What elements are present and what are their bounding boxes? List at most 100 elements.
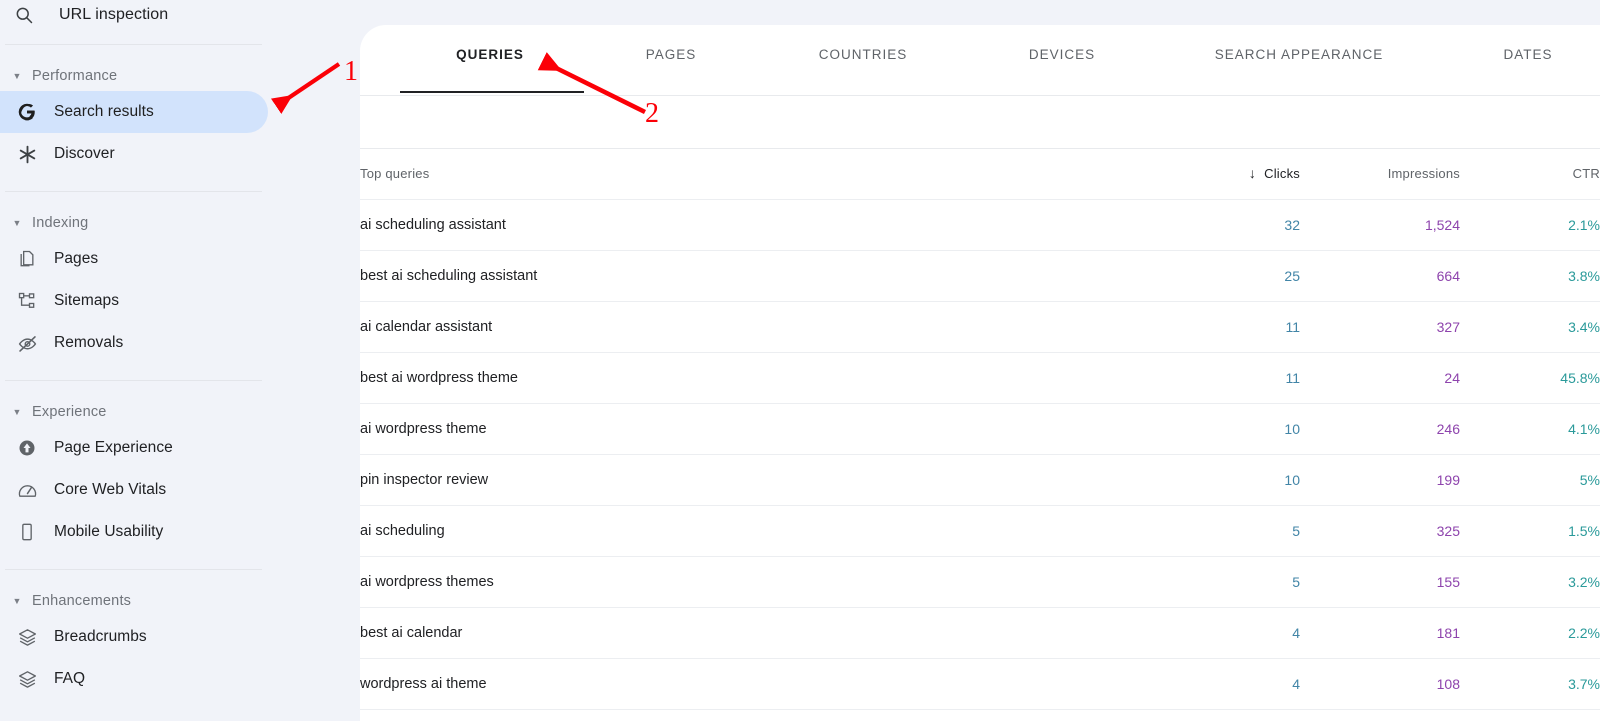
query-cell: wordpress ai theme	[360, 658, 1160, 710]
sort-descending-icon: ↓	[1248, 165, 1257, 182]
arrow-circle-icon	[14, 438, 40, 458]
sidebar-item-url-inspection[interactable]: URL inspection	[0, 0, 360, 30]
sidebar-item-removals[interactable]: Removals	[0, 322, 360, 364]
query-cell: ai wordpress themes	[360, 556, 1160, 608]
table-row[interactable]: ai scheduling assistant 32 1,524 2.1%	[360, 199, 1600, 251]
table-row[interactable]: ai wordpress themes 5 155 3.2%	[360, 556, 1600, 608]
tab-pages[interactable]: PAGES	[646, 47, 697, 62]
sidebar-item-core-web-vitals[interactable]: Core Web Vitals	[0, 469, 360, 511]
query-cell: best ai scheduling assistant	[360, 250, 1160, 302]
filter-bar-divider	[360, 148, 1600, 149]
impressions-cell: 108	[1300, 658, 1460, 710]
sidebar-group-performance[interactable]: ▼ Performance	[0, 61, 360, 91]
sidebar-item-label: Core Web Vitals	[54, 481, 167, 498]
sidebar: URL inspection ▼ Performance Search resu…	[0, 0, 360, 721]
sidebar-item-label: Mobile Usability	[54, 523, 164, 540]
sidebar-item-label: Removals	[54, 334, 124, 351]
ctr-cell: 3.7%	[1460, 658, 1600, 710]
sidebar-group-label: Performance	[32, 68, 118, 84]
impressions-cell: 199	[1300, 454, 1460, 506]
sidebar-item-page-experience[interactable]: Page Experience	[0, 427, 360, 469]
column-header-ctr[interactable]: CTR	[1460, 148, 1600, 200]
google-g-icon	[14, 102, 40, 122]
query-cell: best ai calendar	[360, 607, 1160, 659]
sidebar-divider	[5, 44, 262, 45]
clicks-cell: 11	[1160, 301, 1300, 353]
impressions-cell: 155	[1300, 556, 1460, 608]
mobile-phone-icon	[14, 522, 40, 542]
clicks-cell: 25	[1160, 250, 1300, 302]
clicks-cell: 4	[1160, 607, 1300, 659]
clicks-cell: 32	[1160, 199, 1300, 251]
column-header-clicks[interactable]: ↓ Clicks	[1160, 148, 1300, 200]
sidebar-item-label: Search results	[54, 103, 154, 120]
ctr-cell: 3.8%	[1460, 250, 1600, 302]
sidebar-group-label: Experience	[32, 404, 107, 420]
sidebar-item-search-results[interactable]: Search results	[0, 91, 268, 133]
sidebar-group-enhancements[interactable]: ▼ Enhancements	[0, 586, 360, 616]
active-tab-underline	[400, 91, 584, 93]
ctr-cell: 3.4%	[1460, 301, 1600, 353]
sidebar-item-label: Pages	[54, 250, 99, 267]
sidebar-item-label: Discover	[54, 145, 115, 162]
ctr-cell: 2.1%	[1460, 199, 1600, 251]
clicks-cell: 11	[1160, 352, 1300, 404]
queries-table: Top queries ↓ Clicks Impressions CTR ai s…	[360, 148, 1600, 710]
table-row[interactable]: ai wordpress theme 10 246 4.1%	[360, 403, 1600, 455]
table-row[interactable]: best ai wordpress theme 11 24 45.8%	[360, 352, 1600, 404]
document-copy-icon	[14, 249, 40, 269]
sidebar-item-mobile-usability[interactable]: Mobile Usability	[0, 511, 360, 553]
sidebar-item-sitemaps[interactable]: Sitemaps	[0, 280, 360, 322]
sidebar-group-indexing[interactable]: ▼ Indexing	[0, 208, 360, 238]
tab-search-appearance[interactable]: SEARCH APPEARANCE	[1215, 47, 1384, 62]
sidebar-divider	[5, 191, 262, 192]
tab-queries[interactable]: QUERIES	[456, 47, 524, 62]
table-row[interactable]: wordpress ai theme 4 108 3.7%	[360, 658, 1600, 710]
sidebar-item-label: Page Experience	[54, 439, 173, 456]
layers-icon	[14, 627, 40, 648]
filter-bar	[360, 95, 1600, 148]
url-inspection-label: URL inspection	[59, 6, 169, 23]
search-console-app: URL inspection ▼ Performance Search resu…	[0, 0, 1600, 721]
ctr-cell: 1.5%	[1460, 505, 1600, 557]
asterisk-icon	[14, 144, 40, 165]
sidebar-item-label: Breadcrumbs	[54, 628, 147, 645]
impressions-cell: 181	[1300, 607, 1460, 659]
impressions-cell: 664	[1300, 250, 1460, 302]
sidebar-item-breadcrumbs[interactable]: Breadcrumbs	[0, 616, 360, 658]
column-header-top-queries[interactable]: Top queries	[360, 148, 1160, 200]
layers-icon	[14, 669, 40, 690]
table-row[interactable]: best ai scheduling assistant 25 664 3.8%	[360, 250, 1600, 302]
ctr-cell: 4.1%	[1460, 403, 1600, 455]
clicks-cell: 5	[1160, 505, 1300, 557]
tab-bar-divider	[360, 95, 1600, 96]
query-cell: best ai wordpress theme	[360, 352, 1160, 404]
eye-slash-icon	[14, 333, 40, 354]
tab-devices[interactable]: DEVICES	[1029, 47, 1095, 62]
ctr-cell: 2.2%	[1460, 607, 1600, 659]
sidebar-item-faq[interactable]: FAQ	[0, 658, 360, 700]
query-cell: ai scheduling	[360, 505, 1160, 557]
table-row[interactable]: ai scheduling 5 325 1.5%	[360, 505, 1600, 557]
hierarchy-tree-icon	[14, 291, 40, 311]
table-header-row: Top queries ↓ Clicks Impressions CTR	[360, 148, 1600, 200]
clicks-cell: 10	[1160, 454, 1300, 506]
column-header-impressions[interactable]: Impressions	[1300, 148, 1460, 200]
tab-countries[interactable]: COUNTRIES	[819, 47, 908, 62]
ctr-cell: 3.2%	[1460, 556, 1600, 608]
sidebar-group-experience[interactable]: ▼ Experience	[0, 397, 360, 427]
ctr-cell: 45.8%	[1460, 352, 1600, 404]
search-icon	[14, 5, 48, 25]
query-cell: pin inspector review	[360, 454, 1160, 506]
sidebar-item-pages[interactable]: Pages	[0, 238, 360, 280]
sidebar-group-label: Indexing	[32, 215, 89, 231]
table-row[interactable]: ai calendar assistant 11 327 3.4%	[360, 301, 1600, 353]
tab-dates[interactable]: DATES	[1503, 47, 1552, 62]
table-row[interactable]: pin inspector review 10 199 5%	[360, 454, 1600, 506]
sidebar-item-label: Sitemaps	[54, 292, 120, 309]
table-row[interactable]: best ai calendar 4 181 2.2%	[360, 607, 1600, 659]
impressions-cell: 24	[1300, 352, 1460, 404]
impressions-cell: 246	[1300, 403, 1460, 455]
table-body: ai scheduling assistant 32 1,524 2.1% best a…	[360, 199, 1600, 710]
sidebar-item-discover[interactable]: Discover	[0, 133, 360, 175]
